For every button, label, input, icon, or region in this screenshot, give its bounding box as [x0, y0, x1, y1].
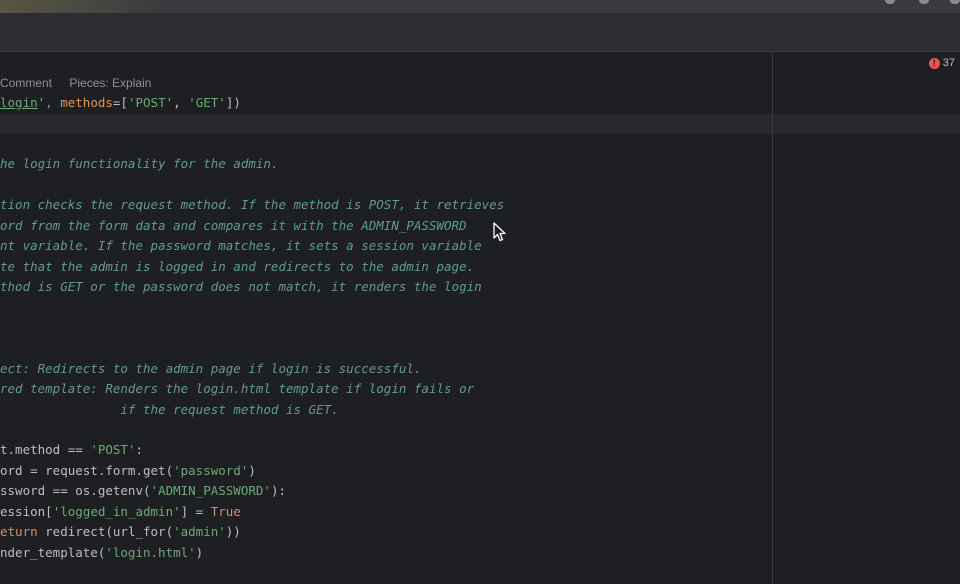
code-line[interactable] [0, 113, 504, 133]
code-line[interactable]: tion checks the request method. If the m… [0, 195, 504, 215]
code-token: redirect(url_for( [45, 524, 174, 540]
code-token: , [173, 95, 189, 110]
code-line[interactable] [0, 420, 504, 440]
code-line[interactable]: login', methods=['POST', 'GET']) [0, 93, 504, 113]
code-line[interactable]: red template: Renders the login.html tem… [0, 379, 504, 399]
comment-hint[interactable]: Comment [0, 76, 52, 90]
code-line[interactable]: thod is GET or the password does not mat… [0, 277, 504, 297]
code-token: ession[ [0, 503, 53, 519]
code-token: if the request method is GET. [0, 401, 339, 417]
code-token: 'admin' [173, 524, 226, 540]
notification-icon[interactable] [885, 0, 895, 4]
code-token: eturn [0, 524, 46, 540]
code-token: 'logged_in_admin' [52, 503, 181, 519]
code-token: =[ [112, 95, 128, 110]
search-icon[interactable] [950, 0, 960, 4]
code-line[interactable]: ord from the form data and compares it w… [0, 216, 504, 236]
code-vision-hints: Comment Pieces: Explain [0, 76, 165, 90]
code-token: )) [225, 524, 241, 540]
code-token: ) [248, 462, 256, 478]
code-line[interactable] [0, 338, 504, 358]
code-token: 'ADMIN_PASSWORD' [150, 483, 271, 499]
right-margin-guide [772, 52, 773, 584]
code-token: t.method == [0, 442, 91, 458]
settings-icon[interactable] [919, 0, 929, 4]
code-line[interactable]: ssword == os.getenv('ADMIN_PASSWORD'): [0, 481, 504, 501]
code-line[interactable]: ect: Redirects to the admin page if logi… [0, 359, 504, 379]
code-line[interactable] [0, 297, 504, 317]
code-token: te that the admin is logged in and redir… [0, 258, 475, 274]
code-line[interactable] [0, 134, 504, 154]
mouse-pointer-icon [493, 222, 506, 242]
code-token: ]) [225, 95, 241, 110]
error-count: 37 [942, 57, 955, 69]
code-token: ) [195, 544, 204, 560]
code-line[interactable]: ession['logged_in_admin'] = True [0, 502, 504, 522]
editor-tab-bar [0, 13, 960, 52]
code-token: nt variable. If the password matches, it… [0, 238, 482, 254]
code-token: True [210, 503, 241, 519]
code-lines[interactable]: login', methods=['POST', 'GET']) he login… [0, 93, 504, 563]
code-line[interactable]: t.method == 'POST': [0, 440, 504, 460]
code-line[interactable]: eturn redirect(url_for('admin')) [0, 522, 504, 542]
code-line[interactable] [0, 318, 504, 338]
code-token: red template: Renders the login.html tem… [0, 381, 475, 397]
code-token: 'POST' [90, 442, 136, 458]
code-token: 'GET' [188, 95, 226, 110]
title-bar [0, 0, 960, 13]
code-line[interactable] [0, 175, 504, 195]
code-token: tion checks the request method. If the m… [0, 197, 505, 213]
code-line[interactable]: he login functionality for the admin. [0, 154, 504, 174]
code-line[interactable]: te that the admin is logged in and redir… [0, 257, 504, 277]
code-token: ord = request.form.get( [0, 462, 174, 478]
code-token: methods [60, 95, 113, 110]
code-token: ] = [180, 503, 211, 519]
error-indicator[interactable]: ! 37 [928, 57, 955, 69]
code-line[interactable]: ord = request.form.get('password') [0, 461, 504, 481]
code-token: 'password' [173, 462, 249, 478]
code-token: 'login.html' [105, 544, 196, 560]
code-token: 'POST' [127, 95, 174, 110]
code-line[interactable]: nt variable. If the password matches, it… [0, 236, 504, 256]
code-token: ect: Redirects to the admin page if logi… [0, 360, 422, 376]
code-token: ', [37, 95, 61, 110]
code-token: login [0, 95, 38, 110]
code-token: thod is GET or the password does not mat… [0, 278, 482, 294]
code-line[interactable]: nder_template('login.html') [0, 543, 504, 563]
code-token: : [135, 442, 143, 458]
code-token: ssword == os.getenv( [0, 483, 151, 499]
title-bar-highlight [0, 0, 160, 13]
code-token: ord from the form data and compares it w… [0, 217, 467, 233]
code-token: ): [270, 483, 286, 499]
code-token: he login functionality for the admin. [0, 156, 279, 172]
error-icon: ! [928, 57, 940, 69]
pieces-explain-hint[interactable]: Pieces: Explain [69, 76, 151, 90]
code-token: nder_template( [0, 544, 106, 560]
code-line[interactable]: if the request method is GET. [0, 400, 504, 420]
